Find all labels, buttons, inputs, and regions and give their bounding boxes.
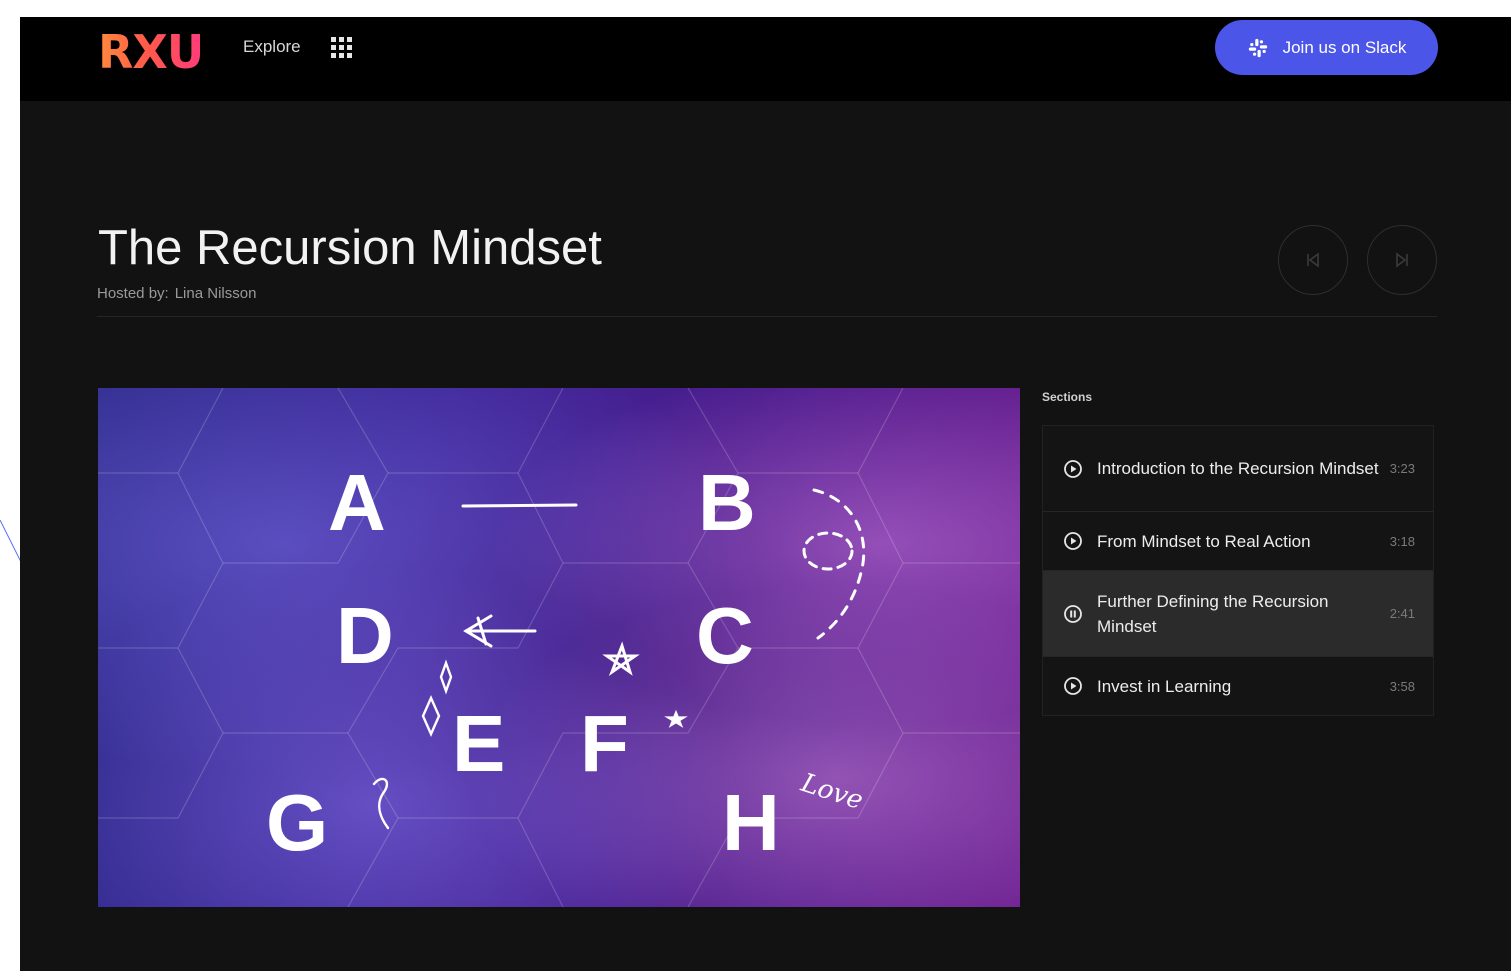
explore-link[interactable]: Explore	[243, 37, 301, 57]
play-circle-icon	[1064, 677, 1082, 695]
app-window: RXU Explore Join us on Slack The Recursi…	[20, 17, 1511, 971]
doodle-diamond-large	[421, 695, 441, 737]
section-item-further-defining[interactable]: Further Defining the Recursion Mindset 2…	[1043, 571, 1433, 657]
section-duration: 2:41	[1389, 606, 1415, 621]
previous-section-button[interactable]	[1278, 225, 1348, 295]
section-title: Invest in Learning	[1097, 676, 1232, 696]
doodle-diamond-small	[439, 659, 453, 695]
letter-h: H	[722, 778, 780, 867]
apps-grid-icon[interactable]	[331, 37, 352, 58]
header-divider	[97, 316, 1437, 317]
section-duration: 3:18	[1389, 533, 1415, 549]
section-title: From Mindset to Real Action	[1097, 531, 1311, 551]
letter-g: G	[266, 778, 328, 867]
sections-heading: Sections	[1042, 390, 1093, 404]
play-circle-icon	[1064, 532, 1082, 550]
sections-list: Introduction to the Recursion Mindset 3:…	[1042, 425, 1434, 716]
host-name: Lina Nilsson	[174, 285, 257, 302]
video-player[interactable]: A B C D E F G H Love	[98, 388, 1020, 907]
doodle-love-text: Love	[796, 768, 866, 816]
letter-d: D	[336, 591, 394, 680]
hosted-by-line: Hosted by: Lina Nilsson	[97, 285, 256, 302]
play-circle-icon	[1064, 459, 1082, 478]
hexagon-pattern	[98, 388, 1020, 907]
alphabet-letters: A B C D E F G H	[266, 458, 780, 867]
skip-next-icon	[1396, 252, 1408, 268]
join-slack-button[interactable]: Join us on Slack	[1215, 20, 1438, 75]
video-frame-artwork: A B C D E F G H Love	[98, 388, 1020, 907]
doodle-dashed-loop	[802, 531, 854, 571]
section-title: Further Defining the Recursion Mindset	[1097, 591, 1329, 636]
doodle-squiggle	[372, 777, 390, 830]
hosted-by-label: Hosted by:	[97, 285, 169, 302]
doodle-dash-line	[461, 503, 578, 508]
slack-icon	[1248, 38, 1267, 57]
next-section-button[interactable]	[1367, 225, 1437, 295]
section-item-mindset-to-action[interactable]: From Mindset to Real Action 3:18	[1043, 512, 1433, 571]
letter-f: F	[580, 699, 629, 788]
doodle-dashed-spiral	[812, 488, 866, 640]
section-title: Introduction to the Recursion Mindset	[1097, 459, 1379, 478]
letter-c: C	[696, 591, 754, 680]
section-item-invest-in-learning[interactable]: Invest in Learning 3:58	[1043, 657, 1433, 715]
rxu-logo[interactable]: RXU	[98, 25, 204, 79]
section-duration: 3:23	[1389, 461, 1415, 476]
section-item-introduction[interactable]: Introduction to the Recursion Mindset 3:…	[1043, 426, 1433, 512]
pause-circle-icon	[1064, 604, 1082, 623]
course-title: The Recursion Mindset	[98, 221, 602, 275]
letter-a: A	[328, 458, 386, 547]
section-duration: 3:58	[1389, 678, 1415, 694]
doodle-arrow-left	[463, 614, 537, 648]
top-navigation-bar: RXU Explore Join us on Slack	[20, 17, 1511, 101]
doodle-star-small	[664, 709, 688, 728]
letter-e: E	[452, 699, 505, 788]
letter-b: B	[698, 458, 756, 547]
skip-previous-icon	[1307, 252, 1319, 268]
doodle-star	[602, 641, 640, 677]
join-slack-label: Join us on Slack	[1282, 37, 1407, 57]
